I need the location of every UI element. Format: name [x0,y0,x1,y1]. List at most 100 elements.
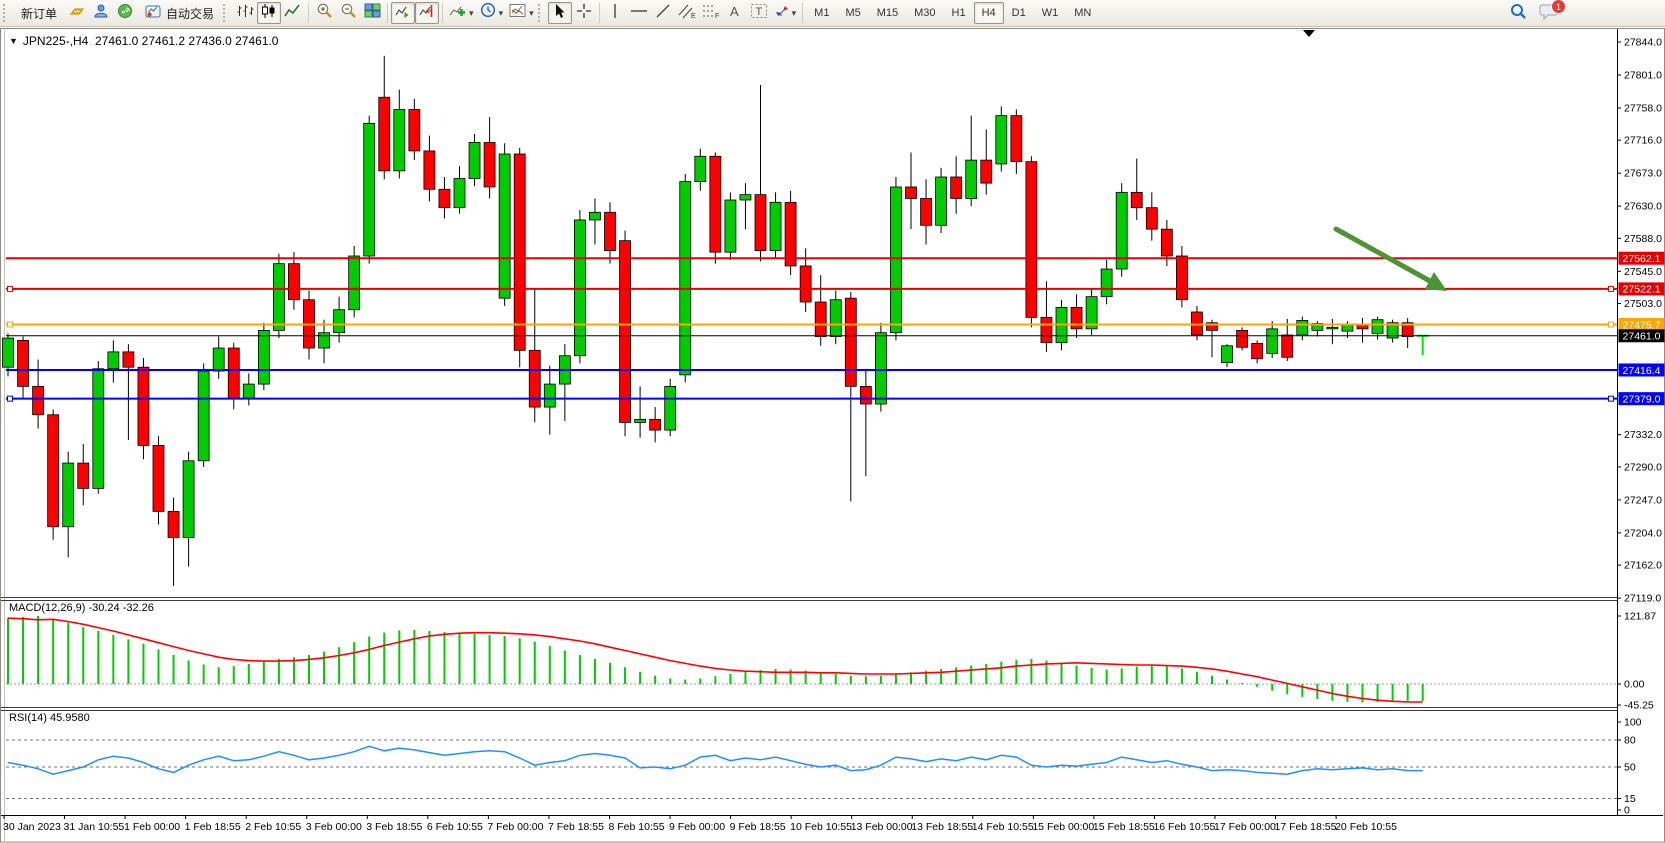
svg-text:-45.25: -45.25 [1624,700,1654,712]
svg-text:15: 15 [1624,793,1636,805]
line-chart-button[interactable] [281,2,305,24]
chart-shift-button[interactable] [415,2,439,24]
candle-body [845,298,856,386]
candle-body [319,333,330,348]
candle-body [725,200,736,252]
market-signal-button[interactable] [113,2,137,24]
level-handle[interactable] [1609,396,1614,401]
candle-body [830,300,841,337]
chart-background [0,28,1665,843]
svg-text:9 Feb 00:00: 9 Feb 00:00 [669,821,725,833]
svg-text:15 Feb 00:00: 15 Feb 00:00 [1032,821,1094,833]
fibonacci-button[interactable]: F [699,2,723,24]
bar-chart-button[interactable] [233,2,257,24]
cursor-button[interactable] [548,2,572,24]
equidistant-channel-button[interactable]: E [675,2,699,24]
toolbar: 新订单 自动交易 [0,0,1665,27]
level-handle[interactable] [8,286,13,291]
level-handle[interactable] [1609,286,1614,291]
vertical-line-button[interactable] [603,2,627,24]
chevron-down-icon[interactable]: ▾ [499,8,504,19]
timeframe-button-h4[interactable]: H4 [974,2,1004,24]
timeframe-button-w1[interactable]: W1 [1034,2,1067,24]
crosshair-button[interactable] [572,2,596,24]
trader-accounts-button[interactable] [89,2,113,24]
chat-button[interactable]: 1 [1536,2,1562,24]
arrows-button[interactable]: ▾ [771,2,800,24]
svg-text:121.87: 121.87 [1624,610,1656,622]
text-label-button[interactable]: T [747,2,771,24]
svg-text:27844.0: 27844.0 [1624,37,1662,49]
periods-button[interactable]: ▾ [477,2,507,24]
svg-text:8 Feb 10:55: 8 Feb 10:55 [609,821,665,833]
new-order-button[interactable]: 新订单 [13,2,65,24]
chevron-down-icon[interactable]: ▾ [529,8,534,19]
svg-text:2 Feb 10:55: 2 Feb 10:55 [245,821,301,833]
zoom-out-button[interactable] [336,2,360,24]
timeframe-button-mn[interactable]: MN [1066,2,1099,24]
timeframe-button-m30[interactable]: M30 [906,2,943,24]
svg-text:100: 100 [1624,717,1642,729]
candle-body [981,160,992,183]
candle-body [514,154,525,350]
candle-body [1297,320,1308,335]
indicators-button[interactable]: ▾ [446,2,477,24]
gold-ingot-button[interactable] [65,2,89,24]
svg-text:T: T [755,6,762,18]
level-handle[interactable] [8,396,13,401]
price-tag-27461.0: 27461.0 [1619,329,1665,342]
svg-text:17 Feb 18:55: 17 Feb 18:55 [1275,821,1337,833]
tile-windows-button[interactable] [360,2,384,24]
candle-body [755,195,766,251]
arrows-icon [774,3,790,24]
auto-scroll-button[interactable] [391,2,415,24]
candle-body [544,384,555,407]
candle-body [78,463,89,488]
candle-body [966,160,977,198]
svg-text:7 Feb 00:00: 7 Feb 00:00 [487,821,543,833]
templates-button[interactable]: ▾ [506,2,537,24]
candle-body [258,330,269,384]
candlestick-chart-icon [260,3,278,24]
svg-text:27503.0: 27503.0 [1624,298,1662,310]
svg-text:27801.0: 27801.0 [1624,69,1662,81]
horizontal-line-button[interactable] [627,2,651,24]
candle-body [168,511,179,537]
toolbar-grip[interactable] [3,4,10,22]
chevron-down-icon[interactable]: ▾ [469,8,474,19]
indicators-icon [449,3,467,24]
timeframe-button-m15[interactable]: M15 [869,2,906,24]
crosshair-icon [576,3,592,24]
chart-collapse-icon[interactable]: ▼ [9,36,18,46]
svg-text:27461.0: 27461.0 [1623,331,1661,343]
timeframe-button-m5[interactable]: M5 [837,2,868,24]
timeframe-button-d1[interactable]: D1 [1004,2,1034,24]
autotrading-button[interactable]: 自动交易 [137,2,222,24]
svg-text:27588.0: 27588.0 [1624,233,1662,245]
candlestick-chart-button[interactable] [257,2,281,24]
svg-text:7 Feb 18:55: 7 Feb 18:55 [548,821,604,833]
svg-text:16 Feb 10:55: 16 Feb 10:55 [1153,821,1215,833]
candle-body [364,123,375,256]
trendline-button[interactable] [651,2,675,24]
zoom-in-button[interactable] [312,2,336,24]
cursor-icon [552,3,567,24]
candle-body [890,187,901,333]
svg-text:31 Jan 10:55: 31 Jan 10:55 [64,821,125,833]
chart-canvas[interactable]: 27844.027801.027758.027716.027673.027630… [0,0,1665,843]
level-handle[interactable] [8,322,13,327]
svg-text:10 Feb 10:55: 10 Feb 10:55 [790,821,852,833]
candle-body [815,302,826,337]
chevron-down-icon[interactable]: ▾ [792,8,797,19]
candle-body [1071,307,1082,328]
level-handle[interactable] [1609,322,1614,327]
price-tag-27416.4: 27416.4 [1619,363,1665,376]
svg-text:13 Feb 18:55: 13 Feb 18:55 [911,821,973,833]
toolbar-grip[interactable] [538,4,545,22]
macd-indicator-label: MACD(12,26,9) -30.24 -32.26 [9,602,154,614]
search-button[interactable] [1506,2,1530,24]
toolbar-grip[interactable] [223,4,230,22]
timeframe-button-h1[interactable]: H1 [944,2,974,24]
timeframe-button-m1[interactable]: M1 [806,2,837,24]
text-button[interactable]: A [723,2,747,24]
